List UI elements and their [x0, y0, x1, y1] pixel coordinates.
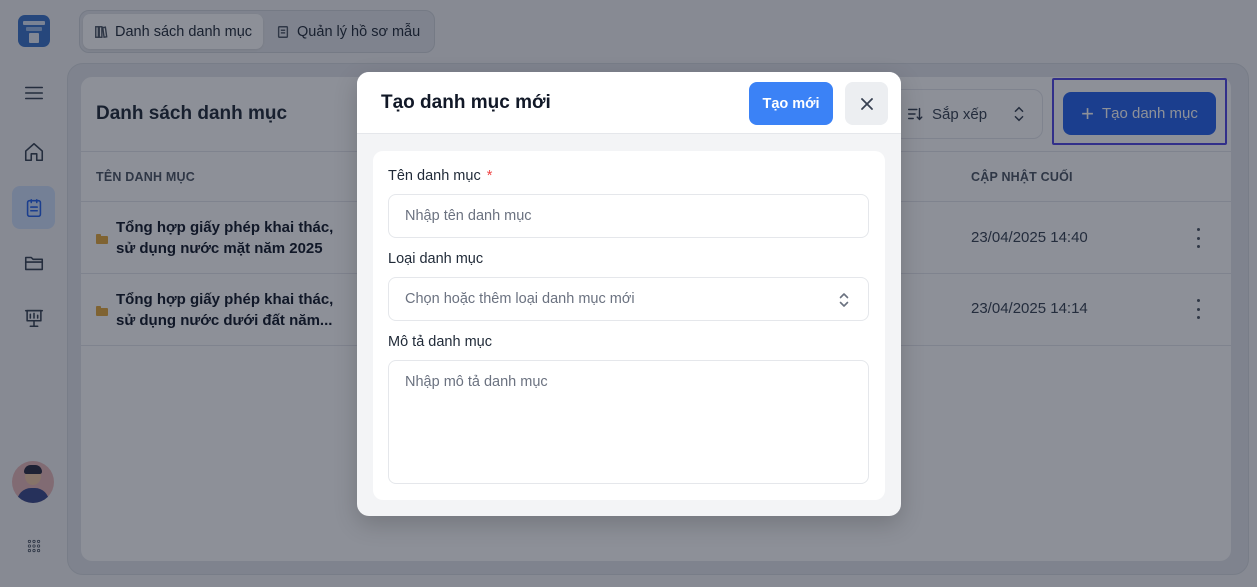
category-description-textarea[interactable]: Nhập mô tả danh mục: [388, 360, 869, 484]
chevron-up-down-icon: [838, 291, 850, 309]
category-form: Tên danh mục * Nhập tên danh mục Loại dan…: [373, 151, 885, 500]
modal-header: Tạo danh mục mới Tạo mới: [357, 72, 901, 134]
create-category-modal: Tạo danh mục mới Tạo mới Tên danh mục * N…: [357, 72, 901, 516]
type-label: Loại danh mục: [388, 251, 484, 267]
modal-title: Tạo danh mục mới: [381, 92, 551, 113]
required-marker: *: [486, 168, 493, 184]
close-icon: [860, 97, 873, 110]
select-placeholder: Chọn hoặc thêm loại danh mục mới: [405, 291, 635, 307]
category-type-select[interactable]: Chọn hoặc thêm loại danh mục mới: [388, 277, 869, 321]
submit-create-button[interactable]: Tạo mới: [749, 82, 833, 125]
description-label: Mô tả danh mục: [388, 334, 492, 350]
category-name-input[interactable]: Nhập tên danh mục: [388, 194, 869, 238]
close-button[interactable]: [845, 82, 888, 125]
name-label: Tên danh mục *: [388, 168, 493, 184]
